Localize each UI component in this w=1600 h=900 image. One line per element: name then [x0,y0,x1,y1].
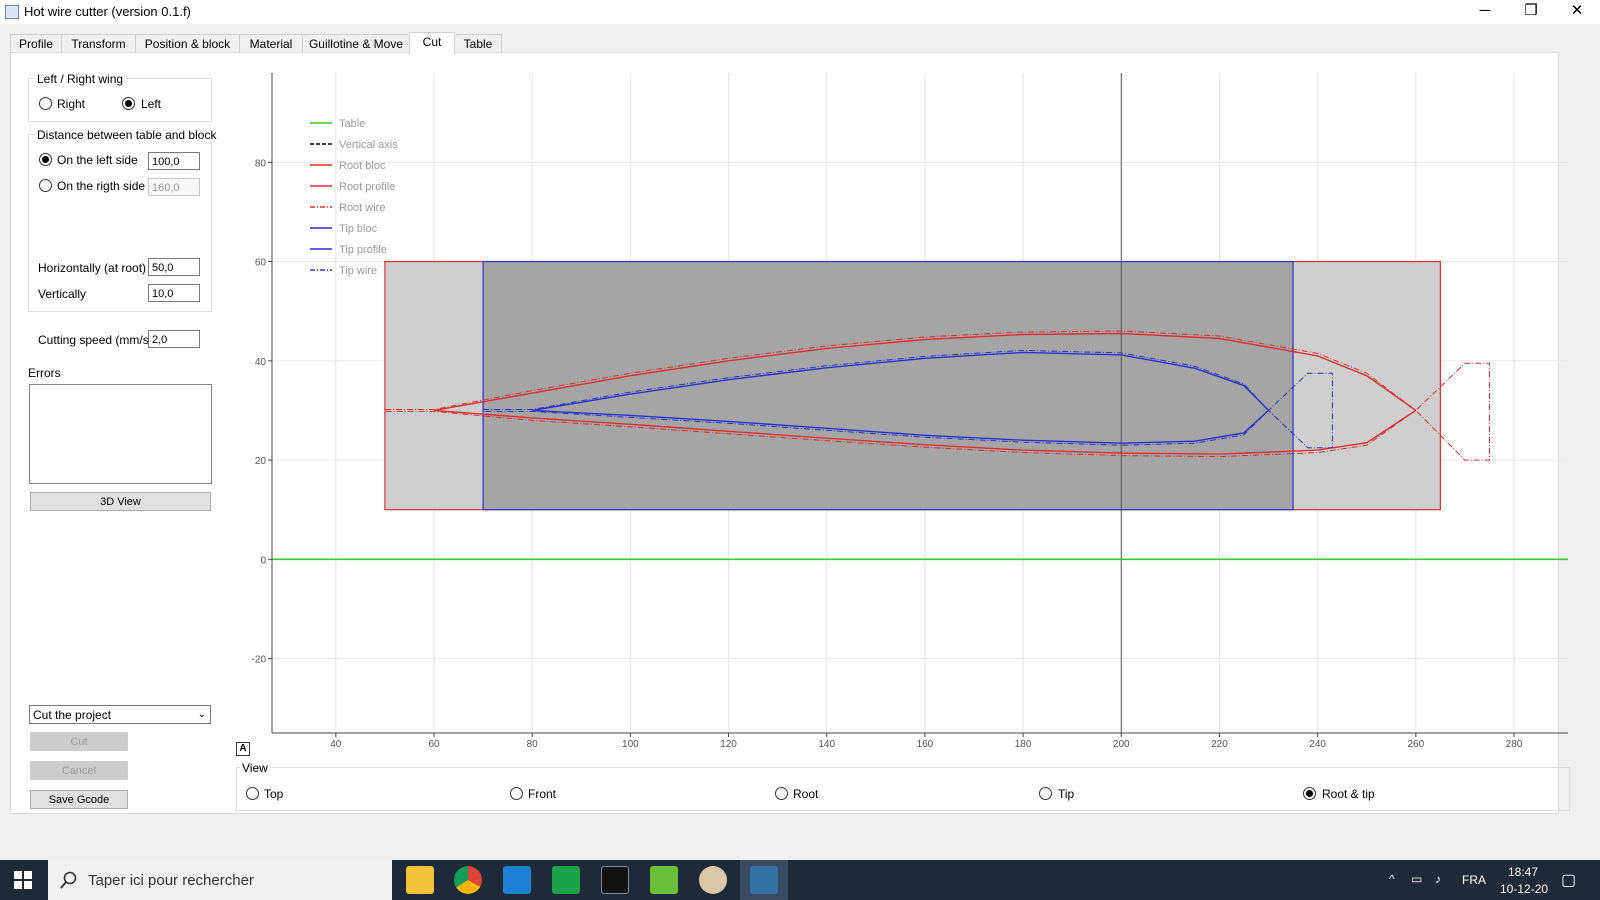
x-tick-label: 120 [720,739,737,750]
dbeaver-icon[interactable] [552,866,580,894]
x-tick-label: 240 [1309,739,1326,750]
language-indicator[interactable]: FRA [1462,873,1486,887]
x-tick-label: 200 [1113,739,1130,750]
windows-start-icon[interactable] [14,871,32,889]
autoscale-button[interactable]: A [236,742,250,756]
view-tip-radio[interactable] [1039,787,1052,800]
chart-legend: Table Vertical axis Root bloc Root profile R… [310,118,398,277]
view-root-label: Root [793,787,819,801]
y-tick-label: 0 [260,555,266,566]
python-icon[interactable] [750,866,778,894]
network-icon[interactable]: ▭ [1411,872,1422,886]
x-tick-label: 60 [428,739,440,750]
view-root-and-tip-radio[interactable] [1303,787,1316,800]
view-front-radio[interactable] [510,787,523,800]
view-tip-label: Tip [1058,787,1075,801]
terminal-icon[interactable] [601,866,629,894]
notepad-icon[interactable] [650,866,678,894]
legend-label: Root bloc [339,160,386,172]
view-top-radio[interactable] [246,787,259,800]
vscode-icon[interactable] [503,866,531,894]
y-tick-label: -20 [252,655,267,666]
view-top-label: Top [264,787,284,801]
y-tick-label: 60 [255,258,267,269]
legend-label: Table [339,118,365,130]
x-tick-label: 140 [818,739,835,750]
windows-taskbar: Taper ici pour rechercher ^ ▭ ♪ FRA 18:4… [0,860,1600,900]
x-tick-label: 40 [330,739,342,750]
tray-chevron-icon[interactable]: ^ [1389,872,1395,886]
file-explorer-icon[interactable] [406,866,434,894]
x-tick-label: 260 [1407,739,1424,750]
x-tick-label: 180 [1015,739,1032,750]
x-tick-label: 80 [527,739,539,750]
y-tick-label: 40 [255,357,267,368]
view-group-title: View [240,761,270,775]
x-tick-label: 160 [917,739,934,750]
legend-label: Root profile [339,181,395,193]
tab-cut[interactable]: Cut [409,32,455,54]
taskbar-search-box[interactable]: Taper ici pour rechercher [48,860,392,900]
notification-icon[interactable]: ▢ [1561,870,1576,890]
legend-label: Tip bloc [339,223,378,235]
view-root-radio[interactable] [775,787,788,800]
paint-icon[interactable] [699,866,727,894]
search-icon [60,871,77,889]
x-tick-label: 100 [622,739,639,750]
view-root-and-tip-label: Root & tip [1322,787,1375,801]
clock-time[interactable]: 18:47 [1508,865,1538,879]
legend-label: Vertical axis [339,139,398,151]
chart-blocks [384,260,1441,511]
clock-date[interactable]: 10-12-20 [1500,882,1548,896]
tip-bloc [482,260,1294,511]
y-tick-label: 80 [255,158,267,169]
volume-icon[interactable]: ♪ [1435,872,1441,886]
taskbar-search-placeholder: Taper ici pour rechercher [88,872,254,889]
x-tick-label: 220 [1211,739,1228,750]
legend-label: Root wire [339,202,385,214]
chrome-icon[interactable] [454,866,482,894]
legend-label: Tip profile [339,244,387,256]
x-tick-label: 280 [1506,739,1523,750]
view-front-label: Front [528,787,557,801]
y-tick-label: 20 [255,456,267,467]
legend-label: Tip wire [339,265,377,277]
